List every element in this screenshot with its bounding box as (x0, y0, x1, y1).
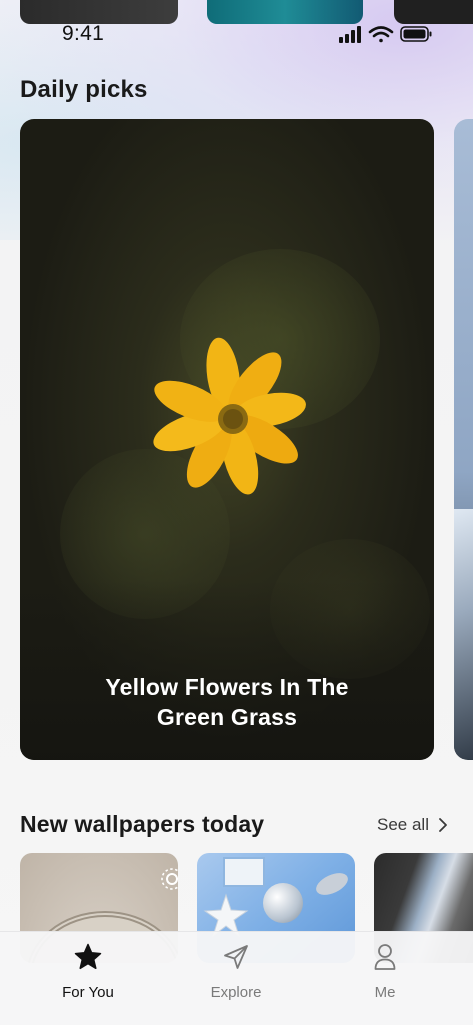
mountain-image (454, 509, 473, 759)
chevron-right-icon (439, 818, 447, 832)
status-icons (339, 26, 432, 43)
previous-wallpaper-card[interactable] (394, 0, 473, 24)
featured-caption: Yellow Flowers In The Green Grass (20, 672, 434, 732)
gift-box-image (223, 857, 265, 887)
tab-explore[interactable]: Explore (186, 942, 286, 1001)
caption-gradient (20, 580, 434, 760)
sun-icon (161, 868, 178, 890)
featured-caption-line1: Yellow Flowers In The (105, 674, 349, 700)
new-wallpapers-title: New wallpapers today (20, 811, 265, 837)
yellow-flower-image (153, 337, 306, 495)
previous-wallpaper-card[interactable] (207, 0, 363, 24)
featured-caption-line2: Green Grass (156, 704, 298, 730)
previous-wallpaper-card[interactable] (20, 0, 178, 24)
tab-me[interactable]: Me (335, 942, 435, 1001)
battery-icon (400, 26, 432, 42)
featured-wallpaper-card[interactable]: Yellow Flowers In The Green Grass (20, 119, 434, 760)
cellular-signal-icon (339, 26, 361, 43)
person-icon (374, 944, 396, 970)
tab-for-you-label: For You (62, 984, 114, 1001)
navigation-arrow-icon (224, 945, 248, 969)
bauble-image (263, 883, 303, 923)
star-icon (74, 943, 102, 970)
tab-for-you[interactable]: For You (38, 942, 138, 1001)
wifi-icon (368, 26, 394, 43)
daily-picks-title: Daily picks (20, 76, 148, 103)
see-all-label: See all (377, 815, 429, 834)
tab-bar: For You Explore Me (0, 931, 473, 1025)
tab-me-label: Me (374, 984, 396, 1001)
next-wallpaper-card[interactable] (454, 119, 473, 760)
tab-explore-label: Explore (210, 984, 262, 1001)
see-all-link[interactable]: See all (377, 815, 448, 835)
status-time: 9:41 (62, 22, 105, 45)
leaf-image (312, 868, 352, 900)
